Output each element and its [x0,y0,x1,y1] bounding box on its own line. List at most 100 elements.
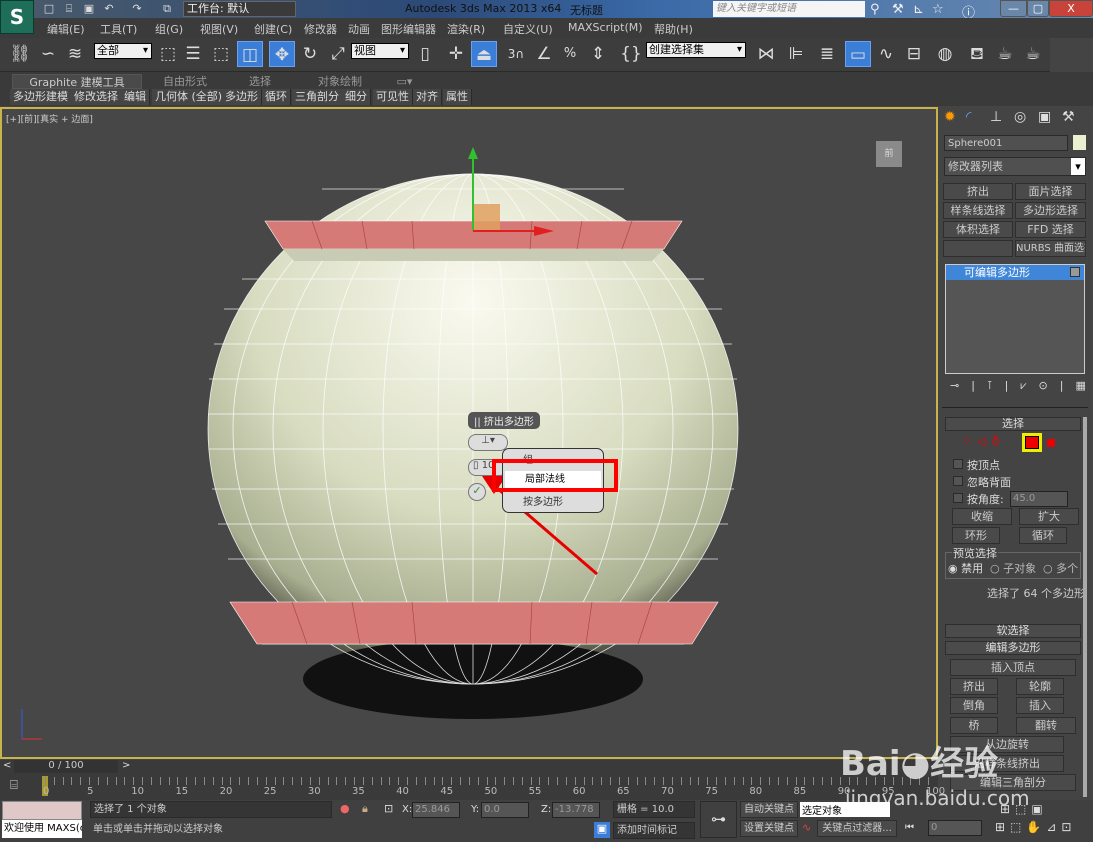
reference-coordinate-dropdown[interactable]: 视图 [351,43,409,59]
time-tag-icon[interactable]: ▣ [594,822,610,838]
bind-space-warp-icon[interactable]: ≋ [62,41,88,67]
polygon-level-button[interactable] [1022,433,1042,452]
time-slider-thumb[interactable]: 0 / 100 [14,760,118,773]
ring-button[interactable]: 环形 [952,527,1000,544]
create-tab-icon[interactable]: ✹ [944,109,956,125]
tab-object-paint[interactable]: 对象绘制 [300,74,380,89]
front-viewport[interactable]: [+][前][真实 + 边面] [0,107,938,759]
save-icon[interactable]: ▣ [82,2,96,16]
object-name-field[interactable]: Sphere001 [944,135,1068,151]
ok-check-icon[interactable]: ✓ [468,483,486,501]
rendered-frame-icon[interactable]: ☕ [992,41,1018,67]
redo-icon[interactable]: ↷ [130,2,144,16]
auto-key-button[interactable]: 自动关键点 [740,801,798,818]
subtab-align[interactable]: 对齐 [413,89,442,105]
subtab-edit[interactable]: 编辑 [121,89,150,105]
by-angle-checkbox[interactable] [953,493,963,503]
material-editor-icon[interactable]: ◍ [932,41,958,67]
shrink-button[interactable]: 收缩 [952,508,1012,525]
tab-selection[interactable]: 选择 [230,74,290,89]
menu-help[interactable]: 帮助(H) [654,21,693,37]
popup-item-by-polygon[interactable]: 按多边形 [523,493,563,508]
bridge-button[interactable]: 桥 [950,717,998,734]
menu-rendering[interactable]: 渲染(R) [447,21,485,37]
x-coordinate-field[interactable]: 25.846 [412,802,460,818]
select-rotate-icon[interactable]: ↻ [297,41,323,67]
open-file-icon[interactable]: ⌸ [62,2,76,16]
undo-icon[interactable]: ↶ [102,2,116,16]
angle-snap-icon[interactable]: ∠ [531,41,557,67]
ribbon-options-icon[interactable]: ▭▾ [392,74,417,89]
mod-button-poly-select[interactable]: 多边形选择 [1015,202,1086,219]
keyboard-shortcut-override-icon[interactable]: ⏏ [471,41,497,67]
set-key-button[interactable]: 设置关键点 [740,820,798,837]
menu-maxscript[interactable]: MAXScript(M) [568,21,643,34]
menu-graph-editors[interactable]: 图形编辑器 [381,21,436,37]
select-manipulate-icon[interactable]: ✛ [443,41,469,67]
subtab-visibility[interactable]: 可见性 [373,89,413,105]
outline-button[interactable]: 轮廓 [1016,678,1064,695]
angle-spinner[interactable]: 45.0 [1010,491,1068,507]
percent-snap-icon[interactable]: % [557,41,583,67]
mod-button-patch-select[interactable]: 面片选择 [1015,183,1086,200]
subtab-polygons[interactable]: 多边形 [222,89,262,105]
lock-selection-icon[interactable]: 🔒︎ [362,802,368,816]
prev-frame-icon[interactable]: < [3,760,11,771]
hierarchy-tab-icon[interactable]: ⊥ [990,109,1002,125]
object-color-swatch[interactable] [1073,135,1086,150]
mirror-icon[interactable]: ⋈ [753,41,779,67]
tab-freeform[interactable]: 自由形式 [150,74,220,89]
insert-vertex-button[interactable]: 插入顶点 [950,659,1076,676]
rollout-selection-header[interactable]: 选择 [945,417,1081,431]
subtab-geometry[interactable]: 几何体 (全部) [152,89,226,105]
maxscript-listener-pink[interactable] [2,801,82,820]
viewport-nav-icons[interactable]: ⊞⬚✋⊿⊡ [995,820,1076,834]
subtab-loops[interactable]: 循环 [262,89,291,105]
spinner-snap-icon[interactable]: ⇕ [585,41,611,67]
command-panel-scrollbar[interactable] [1083,417,1087,797]
unlink-icon[interactable]: ∽ [35,41,61,67]
maxscript-mini-listener[interactable]: 欢迎使用 MAXS(c) [2,820,82,838]
subtab-tris[interactable]: 三角剖分 [292,89,343,105]
set-key-icon[interactable]: ⊶ [700,801,737,838]
time-slider[interactable]: 0 / 100 < > [0,760,938,773]
subtab-subdivision[interactable]: 细分 [342,89,371,105]
minimize-button[interactable]: — [1000,0,1027,17]
pivot-center-icon[interactable]: ▯ [412,41,438,67]
wrench-icon[interactable]: ⚒ [892,2,904,17]
project-folder-icon[interactable]: ⧉ [160,2,174,16]
menu-animation[interactable]: 动画 [348,21,370,37]
render-setup-icon[interactable]: ⛾ [964,41,990,67]
subtab-properties[interactable]: 属性 [443,89,472,105]
bevel-button[interactable]: 倒角 [950,697,998,714]
stack-item-editable-poly[interactable]: 可编辑多边形 [946,265,1084,280]
edit-named-selection-icon[interactable]: {} [618,41,644,67]
mod-button-spline-select[interactable]: 样条线选择 [943,202,1013,219]
menu-edit[interactable]: 编辑(E) [47,21,85,37]
extrude-type-button[interactable]: ⊥▾ [468,434,508,451]
element-level-icon[interactable]: ◼ [1046,435,1056,449]
ignore-backfacing-checkbox[interactable] [953,476,963,486]
isolate-icon[interactable]: ● [340,802,350,815]
by-vertex-checkbox[interactable] [953,459,963,469]
curve-editor-mini-icon[interactable]: ⌸ [10,778,18,793]
star-icon[interactable]: ☆ [932,2,944,17]
utilities-tab-icon[interactable]: ⚒ [1062,109,1075,125]
viewcube[interactable]: 前 [876,141,902,167]
layer-manager-icon[interactable]: ≣ [814,41,840,67]
grow-button[interactable]: 扩大 [1019,508,1079,525]
menu-group[interactable]: 组(G) [155,21,183,37]
display-tab-icon[interactable]: ▣ [1038,109,1051,125]
tab-graphite-modeling[interactable]: Graphite 建模工具 [12,74,142,89]
key-filters-button[interactable]: 关键点过滤器... [817,820,897,837]
menu-modifiers[interactable]: 修改器 [304,21,337,37]
rollout-edit-poly-header[interactable]: 编辑多边形 [945,641,1081,655]
scene-explorer-icon[interactable]: ▭ [845,41,871,67]
stack-tools-icons[interactable]: ⊸|⊺|⩗⊙|▦ [950,379,1093,393]
menu-create[interactable]: 创建(C) [254,21,292,37]
close-button[interactable]: X [1049,0,1093,17]
extrude-button[interactable]: 挤出 [950,678,998,695]
select-by-name-icon[interactable]: ☰ [180,41,206,67]
selection-filter-dropdown[interactable]: 全部 [94,43,152,59]
motion-tab-icon[interactable]: ◎ [1014,109,1026,125]
